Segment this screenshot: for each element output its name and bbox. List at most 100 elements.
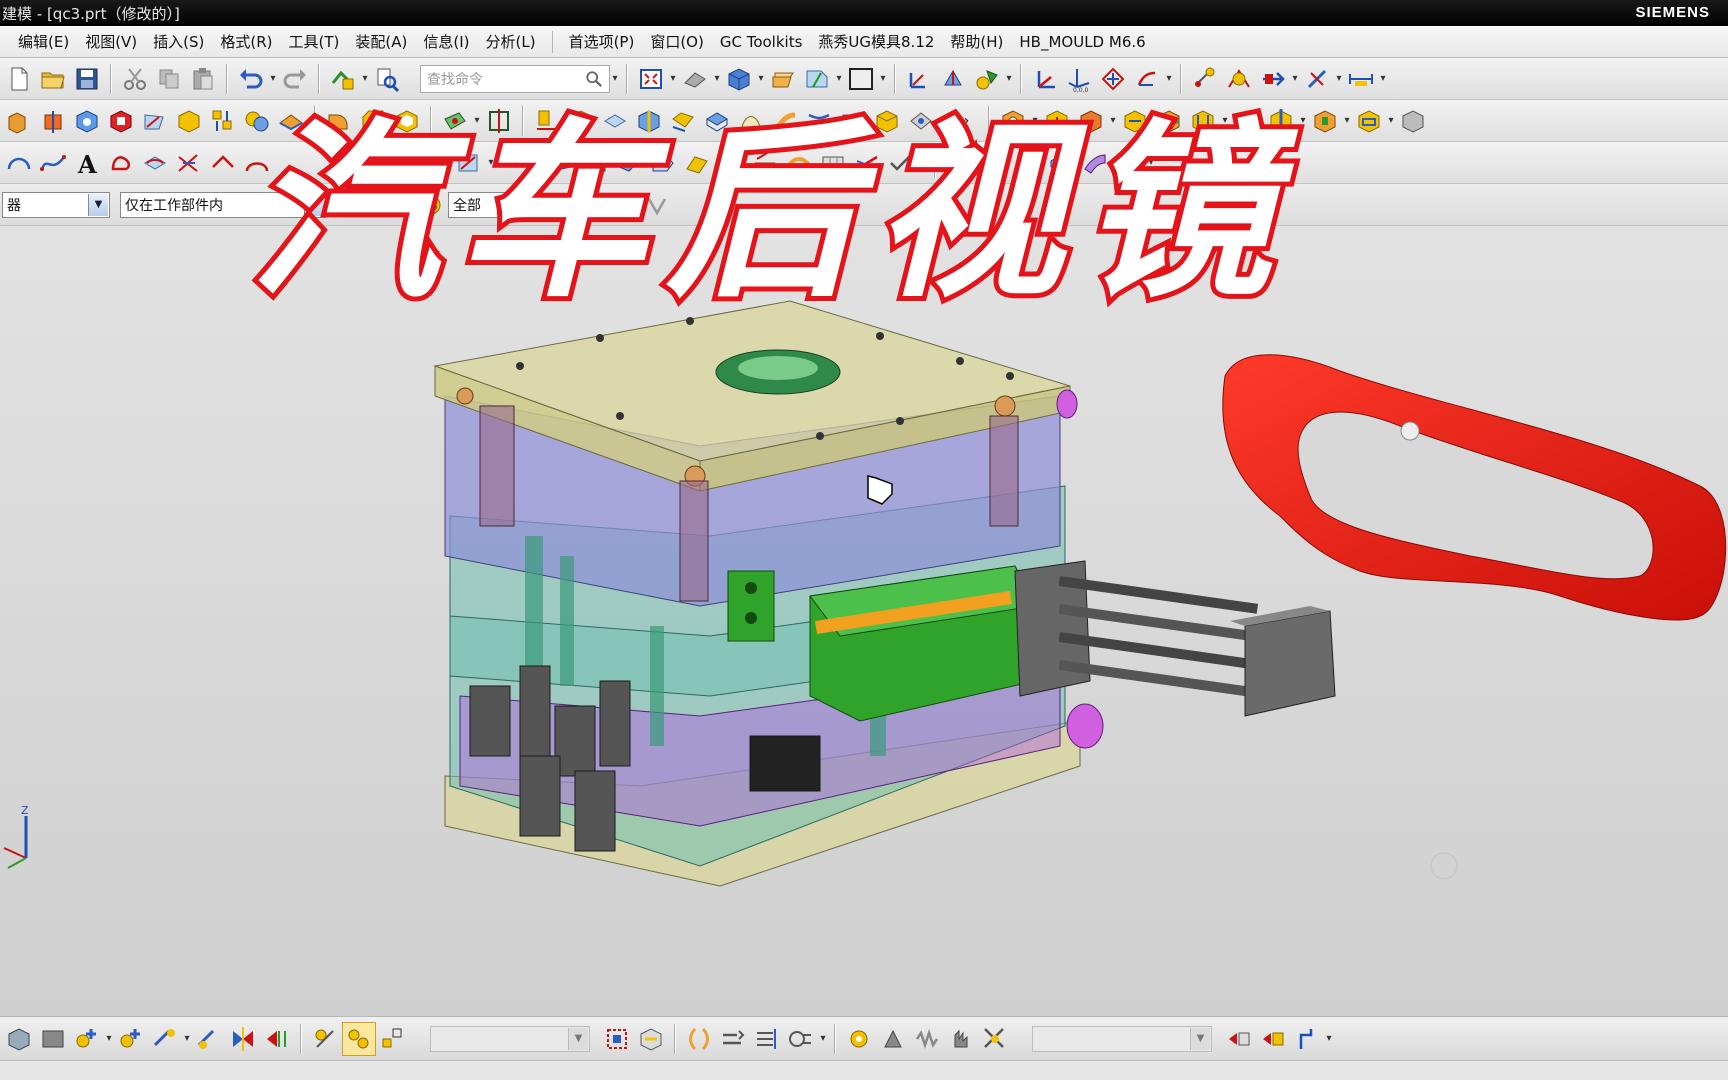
- motion-icon[interactable]: [1290, 1022, 1324, 1056]
- selection-scope-value: 仅在工作部件内: [125, 197, 223, 214]
- menu-information[interactable]: 信息(I): [415, 28, 477, 56]
- copy-icon[interactable]: [152, 62, 186, 96]
- menu-insert[interactable]: 插入(S): [145, 28, 212, 56]
- shaded-cube-icon[interactable]: [722, 62, 756, 96]
- search-icon: [586, 70, 602, 87]
- measure-angle-icon[interactable]: [1222, 62, 1256, 96]
- origin-csys-icon[interactable]: 0,0,0: [1062, 62, 1096, 96]
- datum-csys-icon[interactable]: [1028, 62, 1062, 96]
- intersection-curve-icon[interactable]: [172, 146, 206, 180]
- menu-gc-toolkits[interactable]: GC Toolkits: [712, 28, 811, 56]
- menu-view[interactable]: 视图(V): [77, 28, 145, 56]
- spring-part-icon[interactable]: [910, 1022, 944, 1056]
- menu-window[interactable]: 窗口(O): [642, 28, 712, 56]
- mirror-assembly-icon[interactable]: [226, 1022, 260, 1056]
- add-component-icon[interactable]: [70, 1022, 104, 1056]
- constraint-icon[interactable]: [682, 1022, 716, 1056]
- revolve-icon[interactable]: [36, 104, 70, 138]
- undo-dropdown-icon[interactable]: ▾: [268, 73, 278, 84]
- mirror-housing-part[interactable]: [1222, 354, 1727, 621]
- save-icon[interactable]: [70, 62, 104, 96]
- view-section-icon[interactable]: [800, 62, 834, 96]
- zone-icon[interactable]: [600, 1022, 634, 1056]
- menu-edit[interactable]: 编辑(E): [10, 28, 77, 56]
- move-object-icon[interactable]: [1256, 62, 1290, 96]
- undo-icon[interactable]: [234, 62, 268, 96]
- chevron-down-icon: ▼: [568, 1027, 588, 1050]
- cog-display-icon[interactable]: [784, 1022, 818, 1056]
- layer-settings-icon[interactable]: [766, 62, 800, 96]
- exploded-view-icon[interactable]: [308, 1022, 342, 1056]
- measure-distance-icon[interactable]: [1344, 62, 1378, 96]
- wave-link-icon[interactable]: [376, 1022, 410, 1056]
- arrangement-select[interactable]: ▼: [1032, 1025, 1212, 1052]
- selection-filter-select[interactable]: 器 ▼: [2, 191, 110, 218]
- replace-component-icon[interactable]: [1222, 1022, 1256, 1056]
- repeat-dropdown-icon[interactable]: ▾: [360, 73, 370, 84]
- project-curve-icon[interactable]: [138, 146, 172, 180]
- mate-component-icon[interactable]: [148, 1022, 182, 1056]
- menu-tools[interactable]: 工具(T): [281, 28, 348, 56]
- menu-analysis[interactable]: 分析(L): [478, 28, 544, 56]
- pattern-icon[interactable]: [206, 104, 240, 138]
- snap-point-icon[interactable]: [1188, 62, 1222, 96]
- command-finder-icon[interactable]: [370, 62, 404, 96]
- title-bar: 建模 - [qc3.prt（修改的）] SIEMENS: [0, 0, 1728, 26]
- search-dropdown-icon[interactable]: ▾: [610, 73, 620, 84]
- view-orientation-indicator: [1430, 852, 1458, 880]
- new-component-icon[interactable]: [114, 1022, 148, 1056]
- selection-filter-value: 器: [7, 197, 21, 214]
- repeat-command-icon[interactable]: [326, 62, 360, 96]
- assembly-cut-icon[interactable]: [750, 1022, 784, 1056]
- offset-curve-icon[interactable]: [104, 146, 138, 180]
- assembly-toolbar: ▾ ▾ ▼ ▾ ▼ ▾: [0, 1016, 1728, 1060]
- command-search-input[interactable]: 查找命令: [420, 64, 610, 93]
- clearance-analysis-icon[interactable]: [634, 1022, 668, 1056]
- paste-icon[interactable]: [186, 62, 220, 96]
- hand-tool-icon[interactable]: [944, 1022, 978, 1056]
- wcs-orient-icon[interactable]: [902, 62, 936, 96]
- hole-icon[interactable]: [172, 104, 206, 138]
- shaded-part-icon[interactable]: [970, 62, 1004, 96]
- edit-object-display-icon[interactable]: [1300, 62, 1334, 96]
- menu-hb-mould[interactable]: HB_MOULD M6.6: [1011, 28, 1153, 56]
- menu-preferences[interactable]: 首选项(P): [561, 28, 643, 56]
- arc-icon[interactable]: [2, 146, 36, 180]
- text-icon[interactable]: A: [70, 146, 104, 180]
- block-icon[interactable]: [70, 104, 104, 138]
- sequence-icon[interactable]: [716, 1022, 750, 1056]
- gear-part-icon[interactable]: [842, 1022, 876, 1056]
- bolt-part-icon[interactable]: [876, 1022, 910, 1056]
- menu-format[interactable]: 格式(R): [212, 28, 280, 56]
- menu-yanxiu-mould[interactable]: 燕秀UG模具8.12: [810, 28, 942, 56]
- spline-icon[interactable]: [36, 146, 70, 180]
- substitute-component-icon[interactable]: [1256, 1022, 1290, 1056]
- extrude-icon[interactable]: [2, 104, 36, 138]
- wcs-dynamic-icon[interactable]: [936, 62, 970, 96]
- fit-view-icon[interactable]: [634, 62, 668, 96]
- reposition-icon[interactable]: [978, 1022, 1012, 1056]
- new-file-icon[interactable]: [2, 62, 36, 96]
- rendering-style-icon[interactable]: [678, 62, 712, 96]
- redo-icon[interactable]: [278, 62, 312, 96]
- assembly-navigator-icon[interactable]: [2, 1022, 36, 1056]
- reference-set-select[interactable]: ▼: [430, 1025, 590, 1052]
- chevron-down-icon: ▼: [88, 193, 108, 216]
- cut-icon[interactable]: [118, 62, 152, 96]
- wave-geometry-icon[interactable]: [342, 1021, 376, 1056]
- pattern-component-icon[interactable]: [260, 1022, 294, 1056]
- sketch-icon[interactable]: [138, 104, 172, 138]
- csys-display-icon[interactable]: [1130, 62, 1164, 96]
- menu-help[interactable]: 帮助(H): [942, 28, 1011, 56]
- curve-on-surface-icon[interactable]: [206, 146, 240, 180]
- rotate-csys-icon[interactable]: [1096, 62, 1130, 96]
- component-icon[interactable]: [36, 1022, 70, 1056]
- background-icon[interactable]: [844, 62, 878, 96]
- mold-assembly-model[interactable]: Z: [0, 226, 1728, 1016]
- subtract-icon[interactable]: [104, 104, 138, 138]
- move-component-icon[interactable]: [192, 1022, 226, 1056]
- menu-assembly[interactable]: 装配(A): [347, 28, 415, 56]
- open-folder-icon[interactable]: [36, 62, 70, 96]
- graphics-window[interactable]: Z: [0, 226, 1728, 1016]
- chevron-down-icon: ▼: [1190, 1027, 1210, 1050]
